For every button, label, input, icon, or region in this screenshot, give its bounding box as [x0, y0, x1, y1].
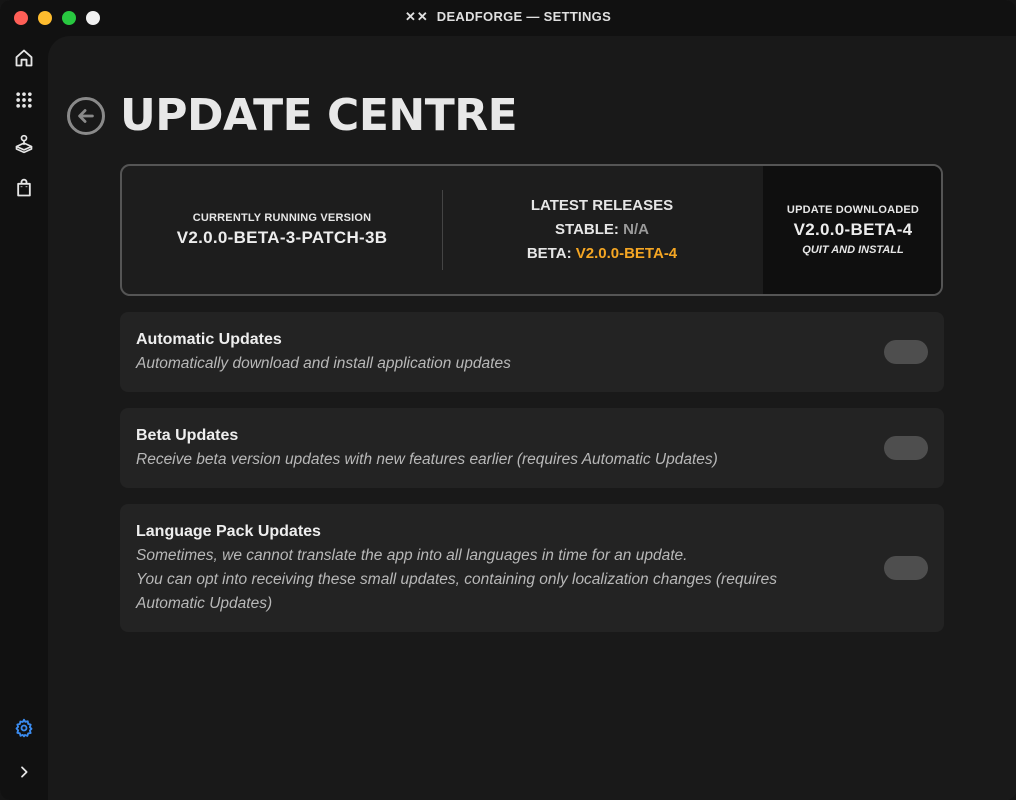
window-title-text: DEADFORGE — SETTINGS: [436, 9, 612, 24]
sidebar-item-library[interactable]: [10, 86, 38, 114]
home-icon: [15, 49, 33, 67]
sidebar-item-settings[interactable]: [10, 714, 38, 742]
setting-title: Language Pack Updates: [136, 523, 321, 540]
current-version-section: CURRENTLY RUNNING VERSION V2.0.0-BETA-3-…: [122, 166, 442, 294]
version-card: CURRENTLY RUNNING VERSION V2.0.0-BETA-3-…: [120, 164, 943, 296]
app-window: ✕✕ DEADFORGE — SETTINGS UPDATE CENTRE CU…: [0, 0, 1016, 800]
latest-releases-label: LATEST RELEASES: [530, 197, 674, 214]
grid-icon: [16, 92, 32, 108]
sidebar-item-game-tools[interactable]: [10, 130, 38, 158]
sidebar-expand-button[interactable]: [10, 758, 38, 786]
sidebar-item-store[interactable]: [10, 174, 38, 202]
setting-language-pack-updates: Language Pack Updates Sometimes, we cann…: [120, 504, 944, 632]
setting-title: Automatic Updates: [136, 331, 282, 348]
setting-description: Automatically download and install appli…: [136, 352, 826, 376]
setting-description-line: Sometimes, we cannot translate the app i…: [136, 547, 688, 564]
setting-automatic-updates: Automatic Updates Automatically download…: [120, 312, 944, 392]
language-pack-updates-toggle[interactable]: [884, 556, 928, 580]
beta-updates-toggle[interactable]: [884, 436, 928, 460]
sidebar-item-home[interactable]: [10, 44, 38, 72]
setting-beta-updates: Beta Updates Receive beta version update…: [120, 408, 944, 488]
beta-value: V2.0.0-BETA-4: [575, 245, 678, 262]
beta-label: BETA:: [526, 245, 572, 262]
automatic-updates-toggle[interactable]: [884, 340, 928, 364]
quit-and-install-label: QUIT AND INSTALL: [802, 244, 904, 256]
bag-icon: [17, 178, 31, 197]
latest-releases-section: LATEST RELEASES STABLE: N/A BETA: V2.0.0…: [442, 166, 762, 294]
current-version-label: CURRENTLY RUNNING VERSION: [192, 212, 372, 224]
main-panel: UPDATE CENTRE CURRENTLY RUNNING VERSION …: [48, 36, 1016, 800]
quit-and-install-button[interactable]: UPDATE DOWNLOADED V2.0.0-BETA-4 QUIT AND…: [763, 166, 941, 294]
joystick-icon: [15, 134, 33, 154]
current-version-value: V2.0.0-BETA-3-PATCH-3B: [176, 228, 388, 247]
chevron-right-icon: [21, 766, 28, 778]
title-bar: ✕✕ DEADFORGE — SETTINGS: [0, 0, 1016, 36]
setting-title: Beta Updates: [136, 427, 239, 444]
setting-description: Receive beta version updates with new fe…: [136, 448, 826, 472]
downloaded-version-value: V2.0.0-BETA-4: [793, 220, 913, 239]
page-title: UPDATE CENTRE: [120, 90, 518, 141]
setting-description-line: Receive beta version updates with new fe…: [136, 451, 718, 468]
stable-release: STABLE: N/A: [555, 218, 649, 242]
beta-release: BETA: V2.0.0-BETA-4: [527, 242, 677, 266]
setting-description-line: You can opt into receiving these small u…: [136, 571, 778, 612]
stable-label: STABLE:: [555, 221, 619, 238]
setting-description: Sometimes, we cannot translate the app i…: [136, 544, 826, 616]
stable-value: N/A: [623, 221, 649, 238]
arrow-left-icon: [78, 109, 94, 123]
window-title: ✕✕ DEADFORGE — SETTINGS: [0, 9, 1016, 25]
update-downloaded-label: UPDATE DOWNLOADED: [786, 204, 920, 216]
sidebar: [0, 36, 48, 800]
setting-description-line: Automatically download and install appli…: [136, 355, 511, 372]
app-logo-icon: ✕✕: [404, 9, 429, 24]
back-button[interactable]: [67, 97, 105, 135]
gear-icon: [15, 718, 33, 738]
